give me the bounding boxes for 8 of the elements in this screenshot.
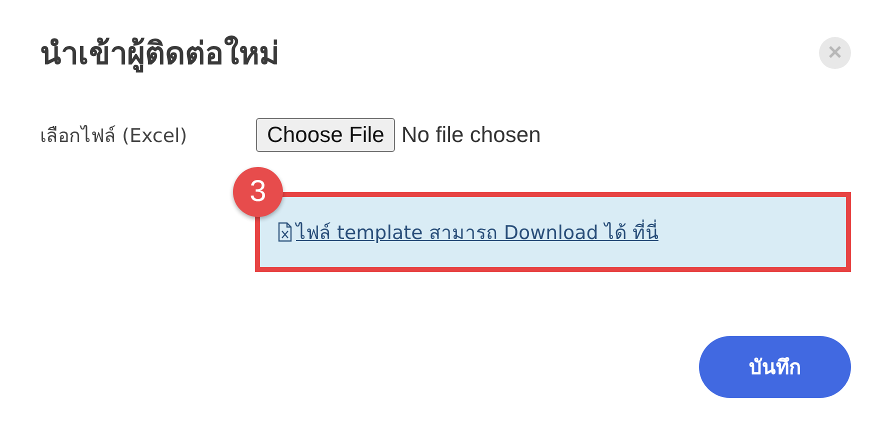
choose-file-button[interactable]: Choose File — [256, 118, 396, 152]
dialog-title: นำเข้าผู้ติดต่อใหม่ — [40, 34, 279, 74]
file-status: No file chosen — [401, 122, 541, 148]
save-button[interactable]: บันทึก — [699, 336, 851, 398]
excel-file-icon — [278, 222, 292, 242]
step-badge: 3 — [233, 167, 283, 217]
template-download-link[interactable]: ไฟล์ template สามารถ Download ได้ ที่นี่ — [278, 217, 658, 247]
field-label: เลือกไฟล์ (Excel) — [40, 124, 188, 149]
